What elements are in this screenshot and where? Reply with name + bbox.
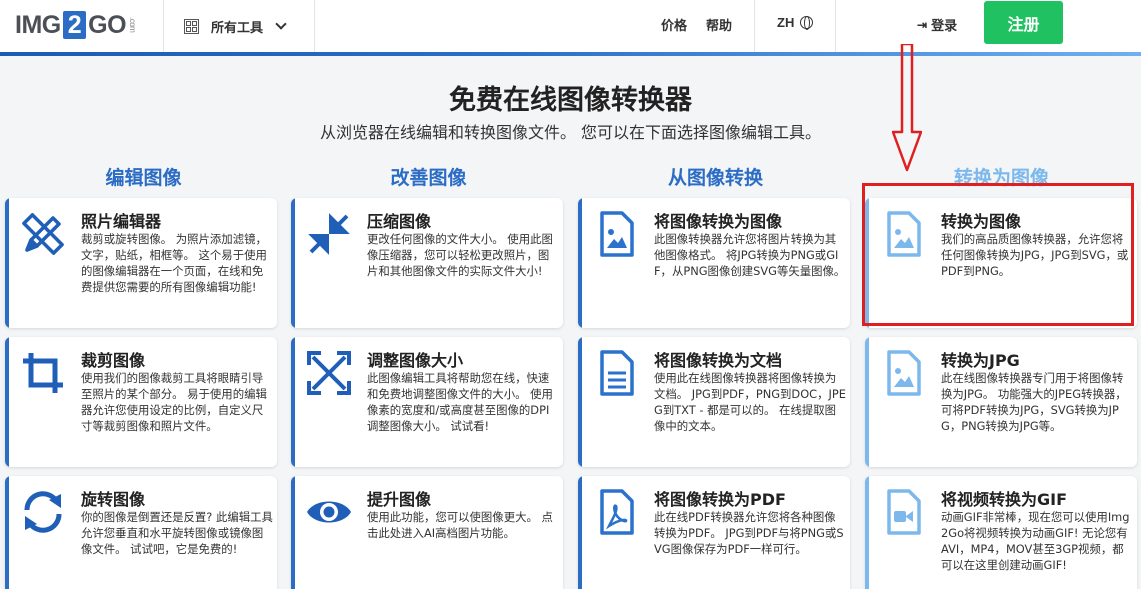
tool-card-title: 将视频转换为GIF (941, 490, 1068, 509)
tool-card-upscale-image[interactable]: 提升图像 使用此功能，您可以使图像更大。 点击此处进入AI高档图片功能。 (291, 476, 563, 589)
pdf-file-icon (600, 489, 634, 535)
logo-text-go: GO (88, 10, 127, 39)
video-file-icon (887, 489, 921, 535)
tool-card-description: 使用此在线图像转换器将图像转换为文档。 JPG到PDF，PNG到DOC，JPEG… (654, 371, 846, 434)
red-arrow-down-icon (892, 44, 922, 172)
divider (754, 0, 755, 52)
tool-card-description: 使用此功能，您可以使图像更大。 点击此处进入AI高档图片功能。 (367, 510, 553, 541)
logo-text-com: .com (128, 17, 138, 33)
column-title-improve[interactable]: 改善图像 (285, 163, 572, 190)
tool-card-description: 使用我们的图像裁剪工具将眼睛引导至照片的某个部分。 易于使用的编辑器允许您使用设… (81, 371, 267, 434)
eye-icon (307, 501, 351, 523)
resize-icon (307, 351, 351, 395)
tool-card-convert-to-jpg[interactable]: 转换为JPG 此在线图像转换器专门用于将图像转换为JPG。 功能强大的JPEG转… (865, 337, 1137, 467)
tool-card-description: 此在线图像转换器专门用于将图像转换为JPG。 功能强大的JPEG转换器，可将PD… (941, 371, 1127, 434)
tool-card-title: 将图像转换为文档 (654, 351, 783, 370)
column-title-convert-from[interactable]: 从图像转换 (572, 163, 859, 190)
tool-card-description: 此图像编辑工具将帮助您在线，快速和免费地调整图像文件的大小。 使用像素的宽度和/… (367, 371, 553, 434)
register-button[interactable]: 注册 (984, 1, 1063, 44)
login-label: 登录 (931, 18, 958, 33)
tool-card-video-to-gif[interactable]: 将视频转换为GIF 动画GIF非常棒，现在您可以使用Img2Go将视频转换为动画… (865, 476, 1137, 589)
tool-card-title: 提升图像 (367, 490, 432, 509)
grid-icon (184, 18, 199, 34)
tool-card-image-to-image[interactable]: 将图像转换为图像 此图像转换器允许您将图片转换为其他图像格式。 将JPG转换为P… (578, 198, 850, 328)
document-file-icon (600, 350, 634, 396)
page-title: 免费在线图像转换器 (449, 85, 692, 116)
header-accent-line (0, 52, 1141, 56)
tool-card-description: 裁剪或旋转图像。 为照片添加滤镜，文字，贴纸，相框等。 这个易于使用的图像编辑器… (81, 232, 267, 295)
top-navigation-bar: IMG 2 GO .com 所有工具 价格 帮助 ZH ⇥ 登录 注册 (0, 0, 1141, 56)
chevron-down-icon (275, 18, 287, 30)
highlight-box (862, 183, 1134, 326)
language-label: ZH (777, 15, 795, 30)
tool-card-description: 此在线PDF转换器允许您将各种图像转换为PDF。 JPG到PDF与将PNG或SV… (654, 510, 844, 557)
image-file-icon (600, 211, 634, 257)
divider (163, 0, 164, 52)
login-link[interactable]: ⇥ 登录 (917, 15, 957, 34)
language-selector[interactable]: ZH (777, 15, 814, 30)
tool-card-photo-editor[interactable]: 照片编辑器 裁剪或旋转图像。 为照片添加滤镜，文字，贴纸，相框等。 这个易于使用… (5, 198, 277, 328)
tool-card-description: 你的图像是倒置还是反置? 此编辑工具允许您垂直和水平旋转图像或镜像图像文件。 试… (81, 510, 273, 557)
tool-card-compress-image[interactable]: 压缩图像 更改任何图像的文件大小。 使用此图像压缩器，您可以轻松更改照片，图片和… (291, 198, 563, 328)
login-arrow-icon: ⇥ (917, 17, 928, 32)
logo-text-two: 2 (62, 11, 87, 39)
tool-card-image-to-pdf[interactable]: 将图像转换为PDF 此在线PDF转换器允许您将各种图像转换为PDF。 JPG到P… (578, 476, 850, 589)
crop-icon (23, 353, 63, 393)
tool-card-title: 旋转图像 (81, 490, 146, 509)
tool-card-crop-image[interactable]: 裁剪图像 使用我们的图像裁剪工具将眼睛引导至照片的某个部分。 易于使用的编辑器允… (5, 337, 277, 467)
tool-card-title: 将图像转换为图像 (654, 212, 783, 231)
tool-card-title: 压缩图像 (367, 212, 432, 231)
logo-text-img: IMG (15, 10, 61, 39)
tool-card-rotate-image[interactable]: 旋转图像 你的图像是倒置还是反置? 此编辑工具允许您垂直和水平旋转图像或镜像图像… (5, 476, 277, 589)
tool-card-description: 更改任何图像的文件大小。 使用此图像压缩器，您可以轻松更改照片，图片和其他图像文… (367, 232, 553, 279)
all-tools-label: 所有工具 (211, 19, 264, 35)
divider (835, 0, 836, 52)
pricing-link[interactable]: 价格 (661, 15, 687, 34)
tool-card-description: 此图像转换器允许您将图片转换为其他图像格式。 将JPG转换为PNG或GIF，从P… (654, 232, 846, 279)
help-link[interactable]: 帮助 (706, 15, 732, 34)
globe-icon (800, 16, 814, 30)
column-title-edit[interactable]: 编辑图像 (0, 163, 287, 190)
tool-card-image-to-document[interactable]: 将图像转换为文档 使用此在线图像转换器将图像转换为文档。 JPG到PDF，PNG… (578, 337, 850, 467)
tool-card-title: 转换为JPG (941, 351, 1020, 370)
img2go-logo[interactable]: IMG 2 GO .com (15, 10, 137, 40)
tool-card-title: 将图像转换为PDF (654, 490, 786, 509)
tool-card-title: 裁剪图像 (81, 351, 146, 370)
page-subtitle: 从浏览器在线编辑和转换图像文件。 您可以在下面选择图像编辑工具。 (319, 123, 822, 142)
tool-card-title: 调整图像大小 (367, 351, 464, 370)
tool-card-title: 照片编辑器 (81, 212, 162, 231)
tool-card-description: 动画GIF非常棒，现在您可以使用Img2Go将视频转换为动画GIF! 无论您有A… (941, 510, 1130, 573)
compress-icon (308, 213, 350, 255)
divider (314, 0, 315, 52)
rotate-icon (24, 491, 62, 533)
image-file-icon (887, 350, 921, 396)
pencil-ruler-icon (22, 213, 64, 255)
tool-card-resize-image[interactable]: 调整图像大小 此图像编辑工具将帮助您在线，快速和免费地调整图像文件的大小。 使用… (291, 337, 563, 467)
all-tools-menu-button[interactable]: 所有工具 (184, 13, 287, 39)
